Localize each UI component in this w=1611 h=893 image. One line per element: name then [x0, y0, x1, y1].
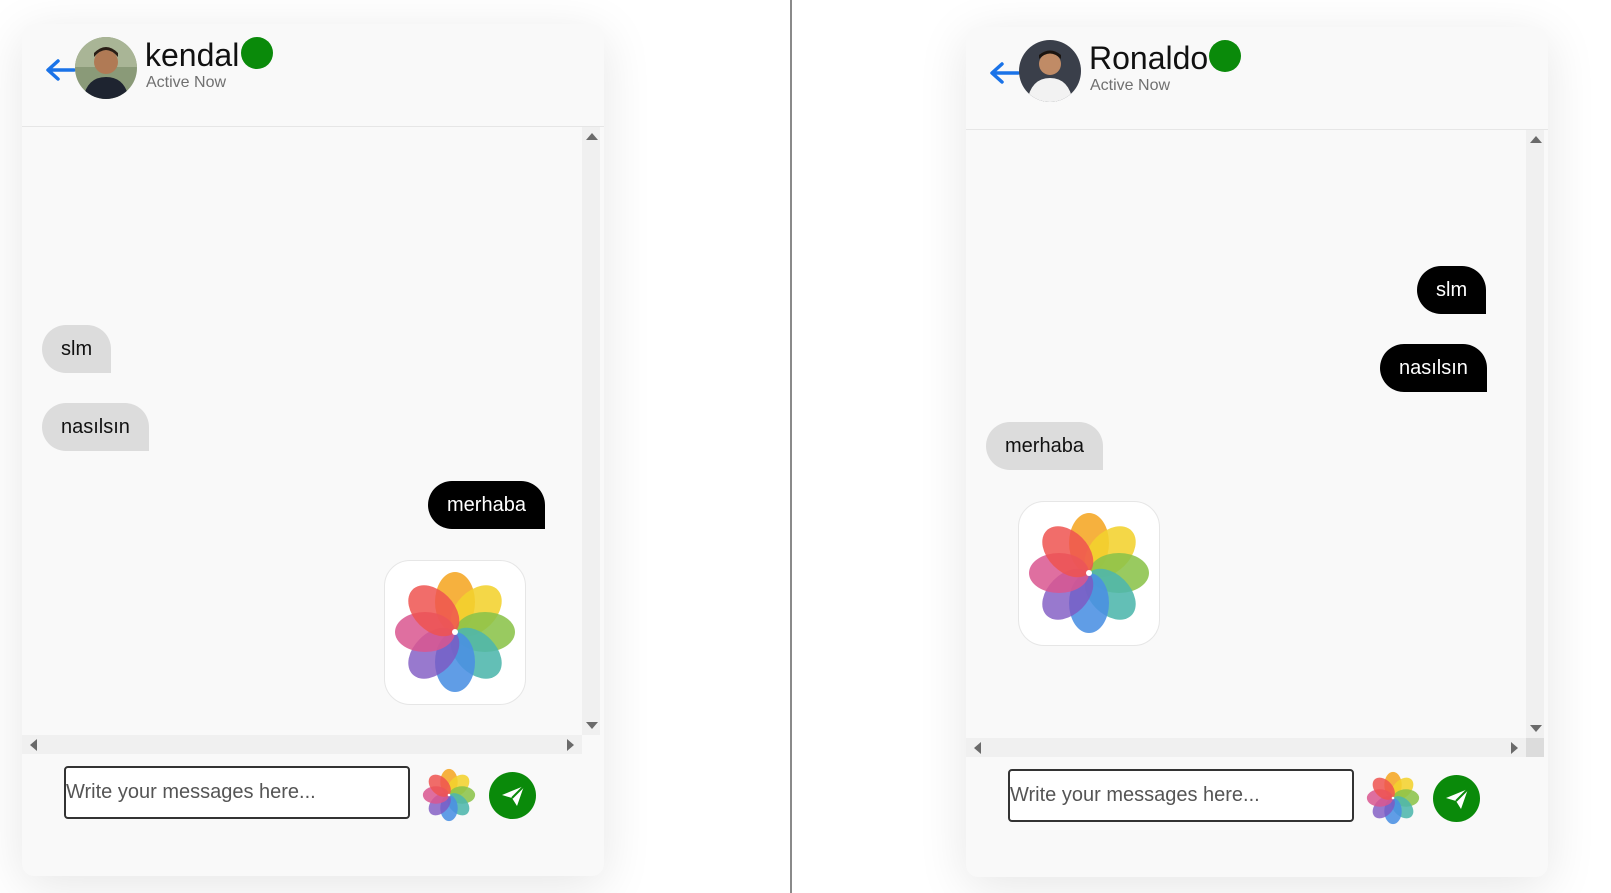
online-indicator: [241, 37, 273, 69]
message-bubble-incoming: slm: [42, 325, 112, 373]
message-bubble-incoming: merhaba: [986, 422, 1103, 470]
back-arrow-icon[interactable]: [44, 58, 78, 82]
message-composer: [22, 756, 604, 874]
scroll-left-icon[interactable]: [30, 739, 37, 751]
scroll-down-icon[interactable]: [586, 722, 598, 729]
horizontal-scrollbar[interactable]: [22, 735, 582, 754]
contact-status: Active Now: [1090, 77, 1171, 94]
message-bubble-outgoing: merhaba: [428, 481, 545, 529]
message-bubble-incoming: nasılsın: [42, 403, 149, 451]
back-arrow-icon[interactable]: [988, 61, 1022, 85]
chat-header: Ronaldo Active Now: [966, 27, 1548, 130]
contact-name: kendal: [145, 37, 240, 73]
chat-window: Ronaldo Active Now slm nasılsın merhaba: [966, 27, 1548, 877]
chat-header: kendal Active Now: [22, 24, 604, 127]
photo-message[interactable]: [384, 560, 526, 705]
chat-window: kendal Active Now slm nasılsın merhaba: [22, 24, 604, 876]
photos-icon: [1029, 513, 1149, 633]
photos-icon: [422, 768, 476, 822]
message-composer: [966, 759, 1548, 877]
photos-icon: [395, 572, 515, 692]
message-input[interactable]: [64, 766, 410, 819]
online-indicator: [1209, 40, 1241, 72]
send-icon: [1446, 788, 1469, 809]
scroll-left-icon[interactable]: [974, 742, 981, 754]
photo-message[interactable]: [1018, 501, 1160, 646]
message-list[interactable]: slm nasılsın merhaba: [966, 130, 1526, 738]
contact-status: Active Now: [146, 74, 227, 91]
avatar[interactable]: [1019, 40, 1081, 102]
message-list[interactable]: slm nasılsın merhaba: [22, 127, 582, 735]
scroll-down-icon[interactable]: [1530, 725, 1542, 732]
scroll-right-icon[interactable]: [567, 739, 574, 751]
vertical-scrollbar[interactable]: [1526, 130, 1544, 738]
photos-icon: [1366, 771, 1420, 825]
send-icon: [502, 785, 525, 806]
scroll-up-icon[interactable]: [586, 133, 598, 140]
message-bubble-outgoing: slm: [1417, 266, 1487, 314]
send-button[interactable]: [1433, 775, 1480, 822]
message-input[interactable]: [1008, 769, 1354, 822]
horizontal-scrollbar[interactable]: [966, 738, 1526, 757]
chat-pane-left: kendal Active Now slm nasılsın merhaba: [0, 0, 790, 893]
attach-photo-button[interactable]: [1366, 771, 1420, 825]
vertical-scrollbar[interactable]: [582, 127, 600, 735]
contact-name: Ronaldo: [1089, 40, 1209, 76]
scrollbar-corner: [1526, 738, 1544, 757]
scroll-right-icon[interactable]: [1511, 742, 1518, 754]
chat-pane-right: Ronaldo Active Now slm nasılsın merhaba: [792, 0, 1611, 893]
message-bubble-outgoing: nasılsın: [1380, 344, 1487, 392]
scroll-up-icon[interactable]: [1530, 136, 1542, 143]
avatar[interactable]: [75, 37, 137, 99]
send-button[interactable]: [489, 772, 536, 819]
attach-photo-button[interactable]: [422, 768, 476, 822]
